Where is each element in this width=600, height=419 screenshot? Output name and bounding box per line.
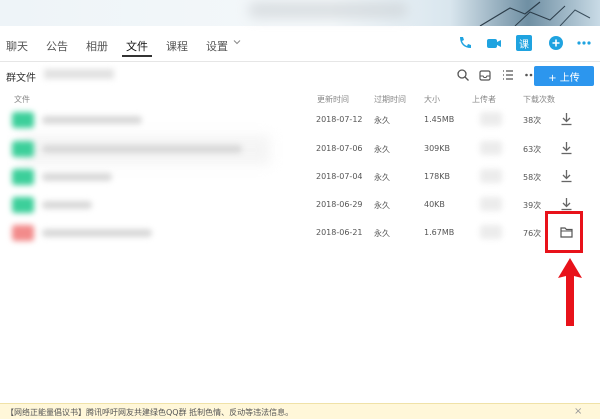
table-row[interactable]: 2018-07-04 永久 178KB 58次 [0, 163, 600, 192]
file-type-icon [12, 169, 34, 185]
blurred-uploader [480, 169, 502, 183]
blurred-uploader [480, 112, 502, 126]
blurred-file-name [42, 173, 112, 181]
search-icon[interactable] [456, 68, 470, 82]
blurred-file-name [42, 116, 142, 124]
video-icon[interactable] [486, 35, 502, 51]
table-row[interactable]: 2018-07-12 永久 1.45MB 38次 [0, 106, 600, 135]
updated-date: 2018-06-29 [316, 200, 363, 209]
updated-date: 2018-07-04 [316, 172, 363, 181]
tab-courses[interactable]: 课程 [166, 38, 188, 54]
blurred-uploader [480, 197, 502, 211]
blurred-uploader [480, 141, 502, 155]
nav-divider [0, 61, 600, 62]
notice-text[interactable]: 【网络正能量倡议书】腾讯呼吁网友共建绿色QQ群 抵制色情、反动等违法信息。 [6, 407, 293, 418]
blurred-file-name [42, 229, 152, 237]
list-view-icon[interactable] [501, 68, 515, 82]
table-row[interactable]: 2018-07-06 永久 309KB 63次 [0, 135, 600, 164]
add-icon[interactable] [548, 35, 564, 51]
file-size: 40KB [424, 200, 445, 209]
classroom-icon[interactable]: 课 [516, 35, 532, 51]
download-icon[interactable] [560, 197, 573, 211]
file-size: 309KB [424, 144, 451, 153]
blurred-uploader [480, 225, 502, 239]
updated-date: 2018-07-12 [316, 115, 363, 124]
file-size: 178KB [424, 172, 451, 181]
file-type-icon [12, 225, 34, 241]
blurred-breadcrumb [44, 69, 114, 79]
col-header-expires[interactable]: 过期时间 [374, 94, 406, 105]
group-files-title: 群文件 [6, 73, 36, 84]
tab-chat[interactable]: 聊天 [6, 38, 28, 54]
updated-date: 2018-06-21 [316, 228, 363, 237]
updated-date: 2018-07-06 [316, 144, 363, 153]
file-type-icon [12, 141, 34, 157]
file-type-icon [12, 112, 34, 128]
download-count: 63次 [523, 145, 542, 154]
col-header-size[interactable]: 大小 [424, 94, 440, 105]
expires: 永久 [374, 173, 390, 182]
blurred-file-name [42, 145, 242, 153]
highlight-box [545, 211, 583, 253]
more-icon[interactable] [576, 35, 592, 51]
download-count: 39次 [523, 201, 542, 210]
download-icon[interactable] [560, 169, 573, 183]
col-header-file[interactable]: 文件 [14, 94, 30, 105]
upload-button[interactable]: + 上传 [534, 66, 594, 86]
expires: 永久 [374, 201, 390, 210]
tab-files[interactable]: 文件 [126, 38, 148, 54]
archive-icon[interactable] [478, 68, 492, 82]
expires: 永久 [374, 116, 390, 125]
expires: 永久 [374, 145, 390, 154]
active-tab-indicator [122, 55, 152, 57]
tab-album[interactable]: 相册 [86, 38, 108, 54]
download-count: 76次 [523, 229, 542, 238]
notice-bar: 【网络正能量倡议书】腾讯呼吁网友共建绿色QQ群 抵制色情、反动等违法信息。 × [0, 403, 600, 419]
close-icon[interactable]: × [574, 406, 582, 417]
blurred-file-name [42, 201, 92, 209]
col-header-uploader[interactable]: 上传者 [472, 94, 496, 105]
col-header-downloads[interactable]: 下载次数 [523, 94, 555, 105]
tab-settings[interactable]: 设置 [206, 38, 228, 54]
table-row[interactable]: 2018-06-29 永久 40KB 39次 [0, 191, 600, 220]
download-count: 58次 [523, 173, 542, 182]
download-count: 38次 [523, 116, 542, 125]
tab-announcements[interactable]: 公告 [46, 38, 68, 54]
top-banner [0, 0, 600, 26]
banner-blurred-title [248, 2, 408, 18]
download-icon[interactable] [560, 112, 573, 126]
table-row[interactable]: 2018-06-21 永久 1.67MB 76次 [0, 219, 600, 248]
phone-icon[interactable] [457, 35, 473, 51]
file-size: 1.45MB [424, 115, 455, 124]
file-type-icon [12, 197, 34, 213]
col-header-updated[interactable]: 更新时间 [317, 94, 349, 105]
download-icon[interactable] [560, 141, 573, 155]
branch-decoration-icon [479, 1, 591, 26]
file-size: 1.67MB [424, 228, 455, 237]
red-arrow-icon [558, 258, 582, 326]
upload-button-label: + 上传 [548, 72, 580, 84]
expires: 永久 [374, 229, 390, 238]
chevron-down-icon[interactable] [233, 38, 241, 46]
classroom-icon-text: 课 [519, 39, 529, 51]
